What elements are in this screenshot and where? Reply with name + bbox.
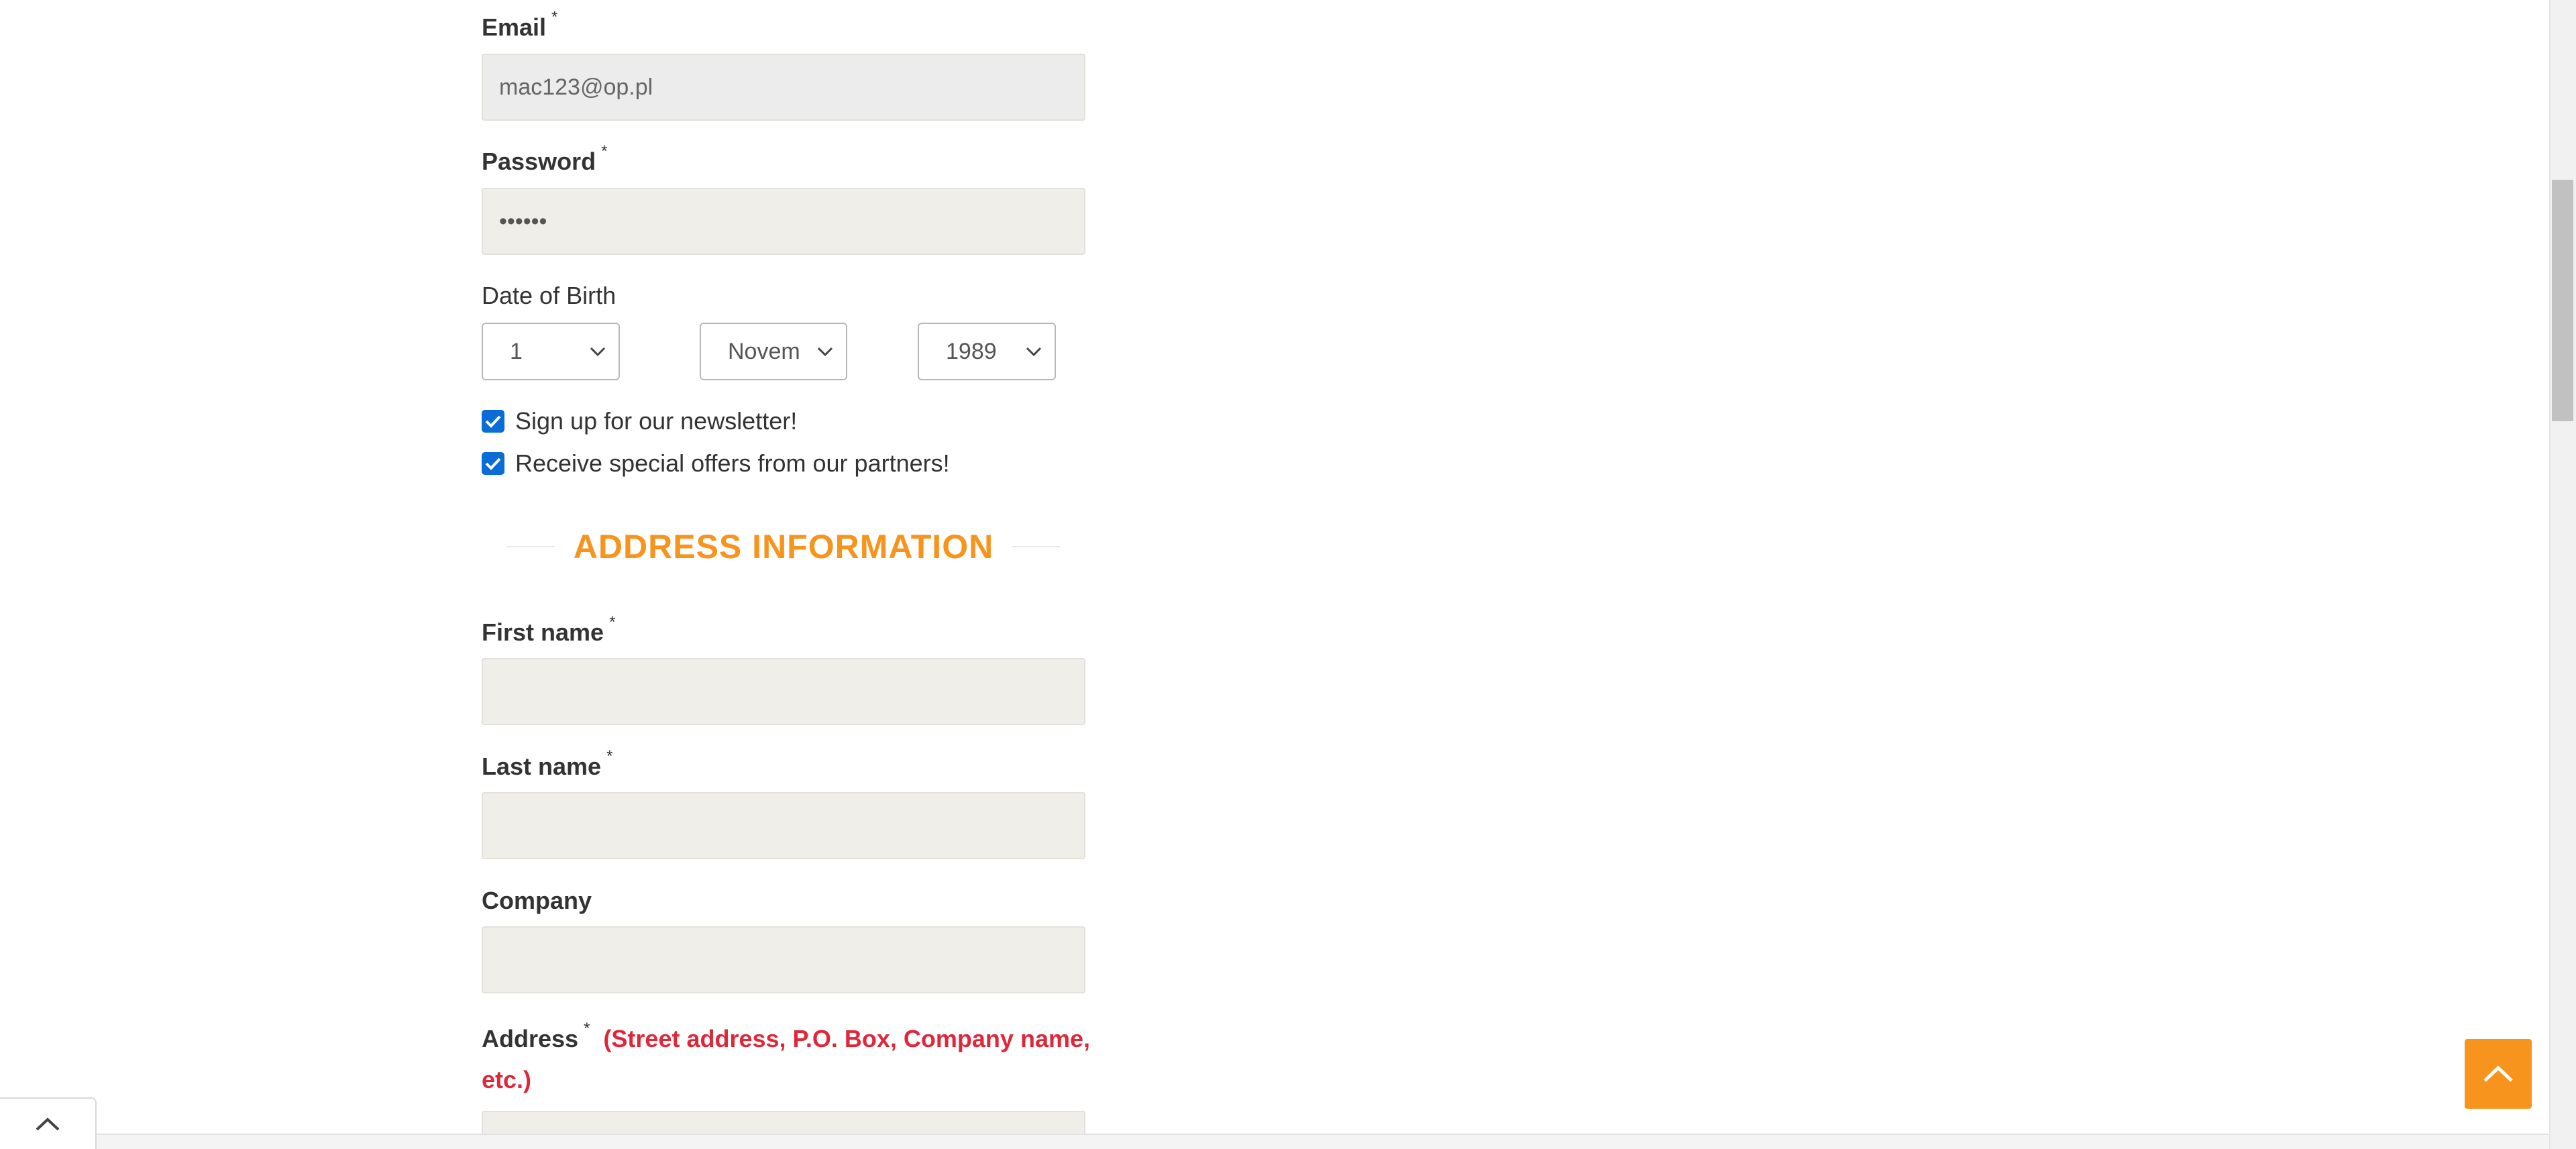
address-hint-continuation: etc.) xyxy=(482,1066,531,1094)
required-asterisk: * xyxy=(584,1020,590,1038)
page-viewport: Email * mac123@op.pl Password * •••••• Dat… xyxy=(0,0,2576,1149)
date-of-birth-label-text: Date of Birth xyxy=(482,282,616,309)
last-name-label: Last name * xyxy=(482,747,612,781)
password-field[interactable]: •••••• xyxy=(482,188,1085,255)
partner-offers-label: Receive special offers from our partners… xyxy=(515,449,950,477)
address-section-heading: ADDRESS INFORMATION xyxy=(507,516,1060,577)
last-name-field[interactable] xyxy=(482,792,1085,859)
first-name-label: First name * xyxy=(482,613,615,647)
password-label-text: Password xyxy=(482,148,596,175)
chevron-down-icon xyxy=(815,324,835,379)
email-label-text: Email xyxy=(482,13,547,41)
password-value: •••••• xyxy=(499,209,547,234)
chevron-down-icon xyxy=(1024,324,1044,379)
required-asterisk: * xyxy=(551,8,558,26)
checkmark-icon xyxy=(485,415,501,428)
chevron-down-icon xyxy=(588,324,608,379)
address-section-title: ADDRESS INFORMATION xyxy=(507,516,1060,577)
birth-month-select[interactable]: Novem xyxy=(700,323,847,380)
scrollbar-thumb[interactable] xyxy=(2552,180,2573,421)
required-asterisk: * xyxy=(609,613,616,631)
company-label: Company xyxy=(482,887,592,915)
partner-offers-option[interactable]: Receive special offers from our partners… xyxy=(482,447,950,480)
scrollbar[interactable] xyxy=(2549,0,2576,1149)
birth-year-select[interactable]: 1989 xyxy=(918,323,1056,380)
first-name-field[interactable] xyxy=(482,658,1085,725)
bottom-panel-toggle[interactable] xyxy=(0,1097,97,1149)
email-label: Email * xyxy=(482,8,557,42)
back-to-top-button[interactable] xyxy=(2465,1039,2532,1109)
password-label: Password * xyxy=(482,142,607,176)
chevron-up-icon xyxy=(2483,1065,2513,1082)
required-asterisk: * xyxy=(601,142,608,160)
newsletter-label: Sign up for our newsletter! xyxy=(515,407,798,435)
partner-offers-checkbox[interactable] xyxy=(482,452,504,475)
chevron-up-icon xyxy=(36,1117,60,1130)
last-name-label-text: Last name xyxy=(482,753,602,780)
email-field[interactable]: mac123@op.pl xyxy=(482,54,1085,121)
address-label-text: Address xyxy=(482,1025,579,1052)
newsletter-checkbox[interactable] xyxy=(482,410,504,433)
birth-year-value: 1989 xyxy=(946,339,997,364)
first-name-label-text: First name xyxy=(482,618,604,646)
address-hint-line2: etc.) xyxy=(482,1066,532,1093)
address-hint: (Street address, P.O. Box, Company name, xyxy=(603,1025,1090,1052)
newsletter-option[interactable]: Sign up for our newsletter! xyxy=(482,404,797,438)
email-value: mac123@op.pl xyxy=(499,74,653,100)
company-field[interactable] xyxy=(482,926,1085,993)
company-label-text: Company xyxy=(482,887,592,914)
address-label: Address * (Street address, P.O. Box, Comp… xyxy=(482,1020,1090,1053)
birth-day-select[interactable]: 1 xyxy=(482,323,620,380)
birth-month-value: Novem xyxy=(728,339,800,364)
checkmark-icon xyxy=(485,457,501,470)
date-of-birth-label: Date of Birth xyxy=(482,282,616,310)
bottom-bar xyxy=(0,1134,2549,1149)
birth-day-value: 1 xyxy=(510,339,523,364)
address-section-title-text: ADDRESS INFORMATION xyxy=(554,528,1013,565)
required-asterisk: * xyxy=(606,747,613,765)
